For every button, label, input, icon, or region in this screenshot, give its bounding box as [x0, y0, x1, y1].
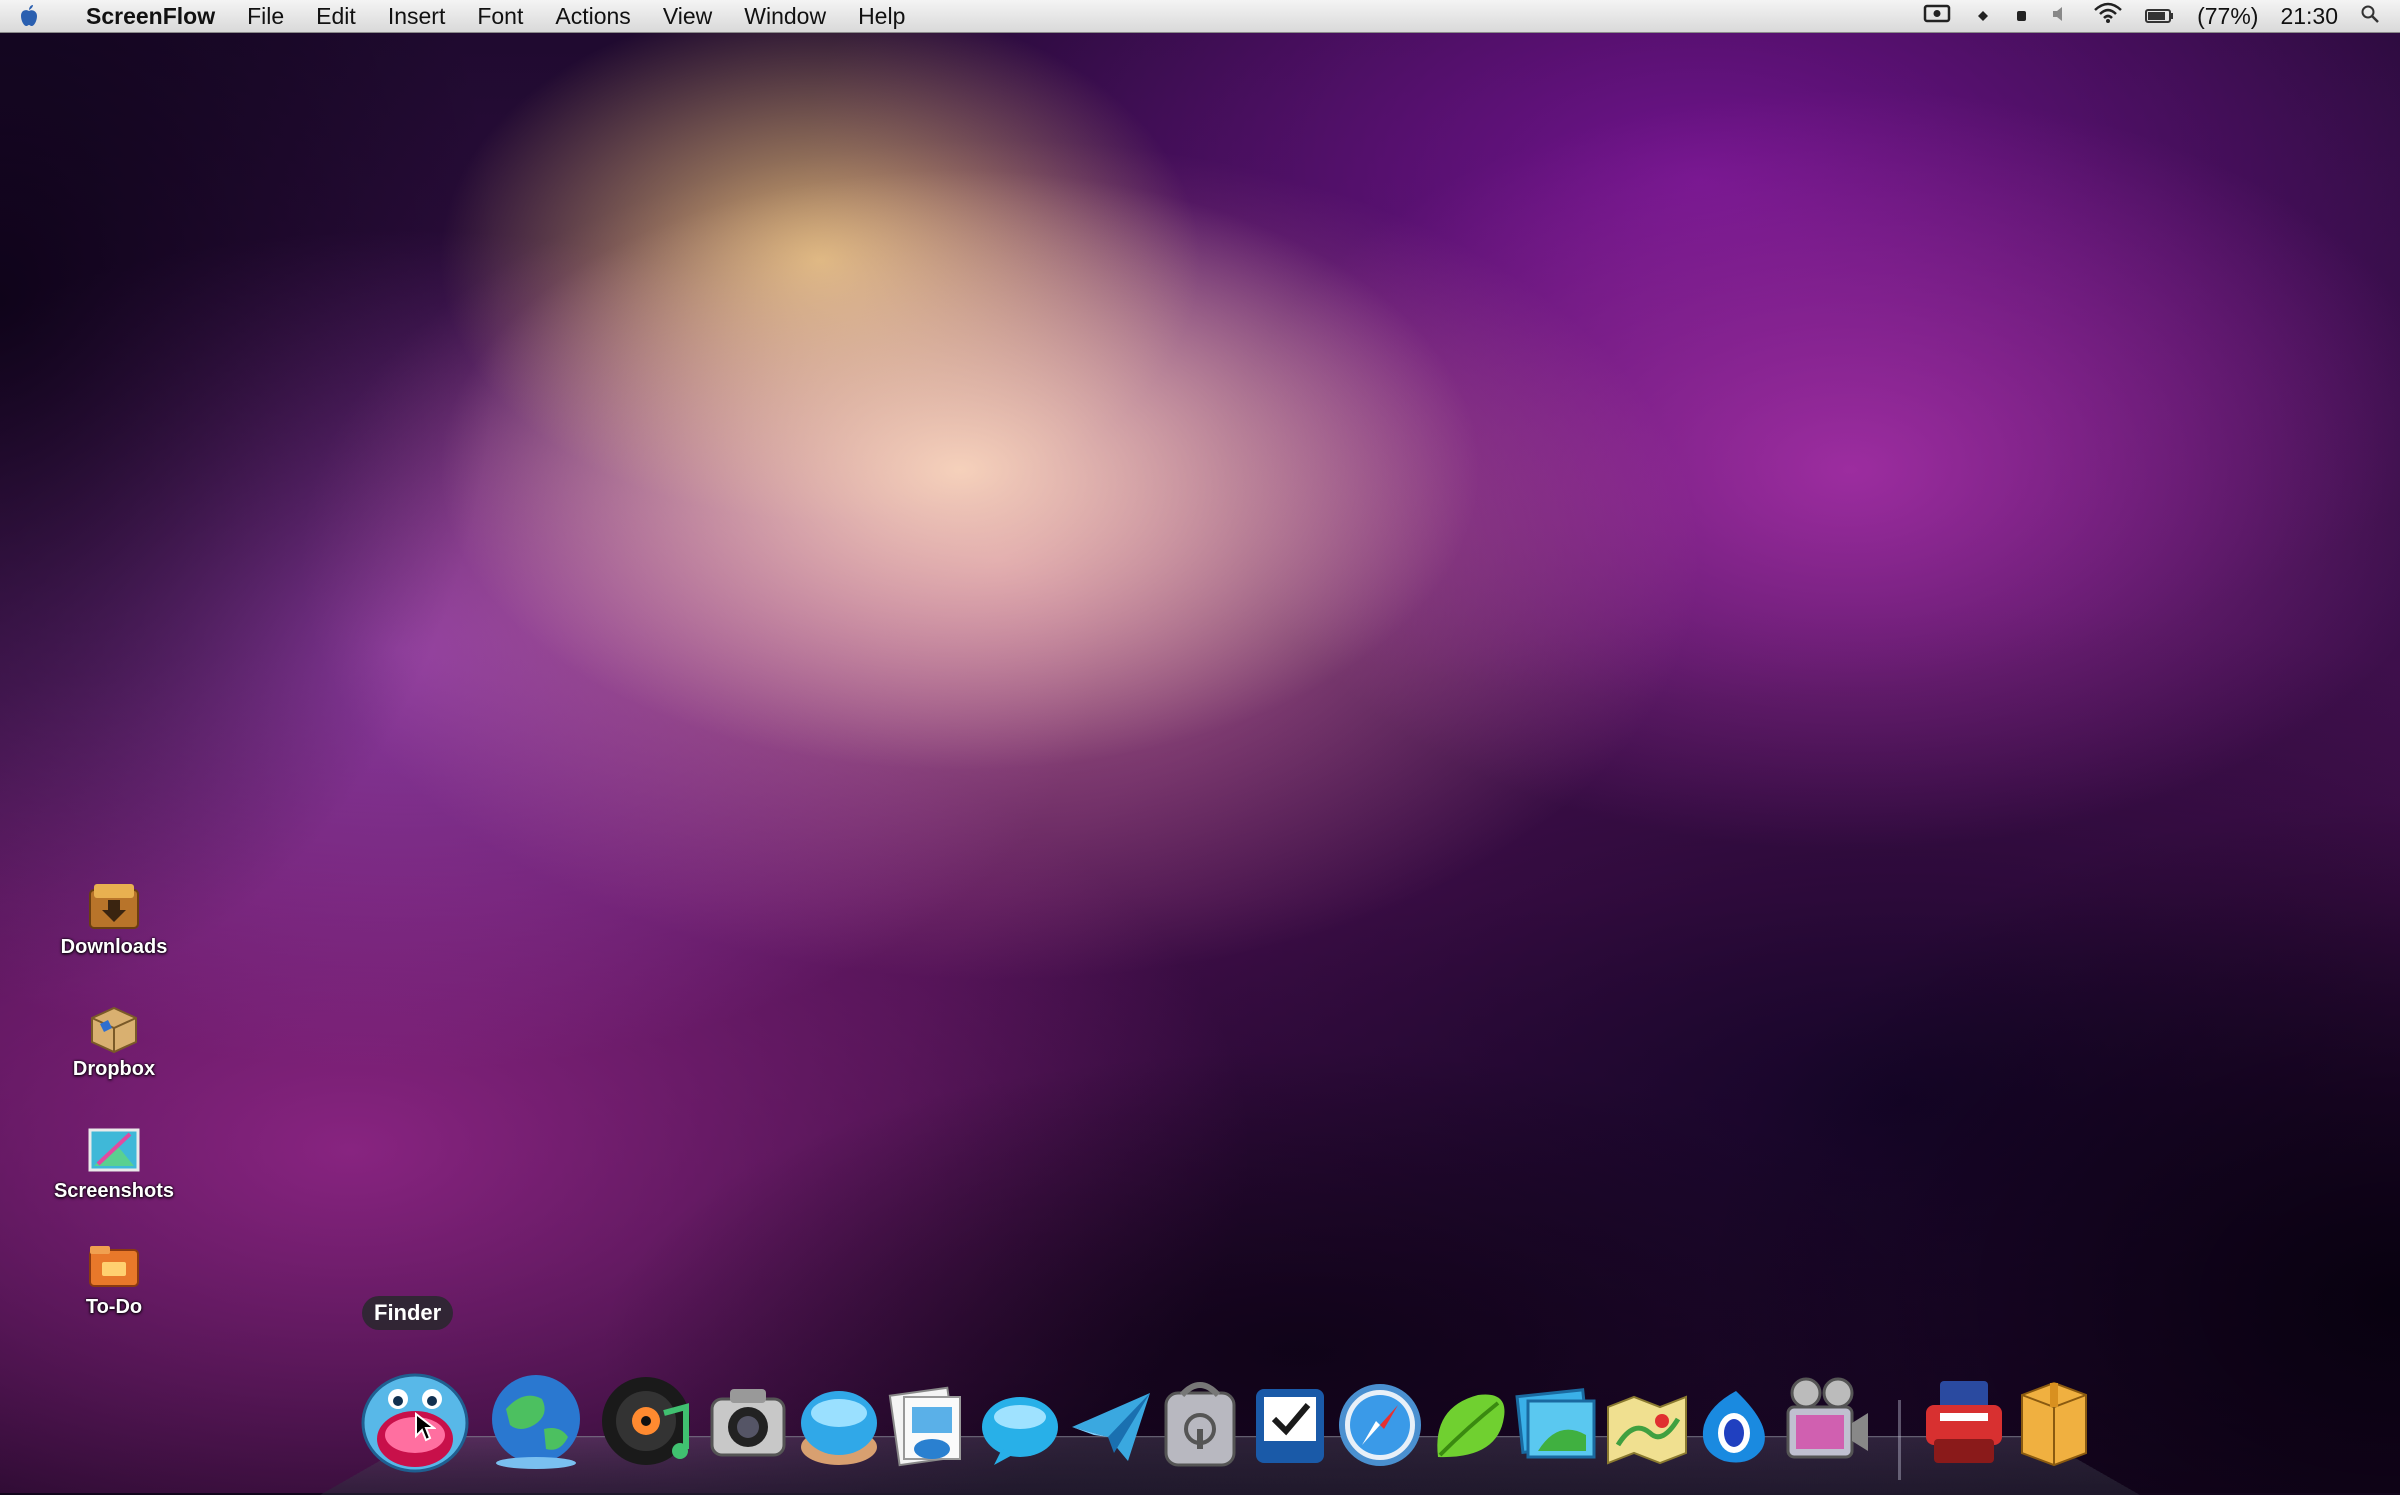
dock-item-security[interactable]	[1160, 1379, 1240, 1469]
safari-icon	[1339, 1384, 1421, 1466]
dock-item-globe[interactable]	[484, 1369, 588, 1473]
volume-icon[interactable]	[2051, 3, 2071, 30]
dock-item-printer[interactable]	[1920, 1377, 2008, 1467]
dropbox-box-icon	[86, 1002, 142, 1054]
maps-icon	[1607, 1395, 1687, 1465]
menu-clock[interactable]: 21:30	[2280, 3, 2338, 30]
apple-logo-icon	[21, 5, 37, 26]
spotlight-search-icon[interactable]	[2360, 3, 2380, 30]
preview-icon	[888, 1386, 961, 1467]
dock-item-photos[interactable]	[1514, 1383, 1602, 1467]
battery-icon[interactable]	[2145, 3, 2175, 30]
globe-icon	[492, 1375, 580, 1469]
printer-icon	[1926, 1381, 2002, 1463]
dock-item-maps[interactable]	[1604, 1389, 1690, 1469]
leaf-icon	[1437, 1394, 1505, 1458]
apple-menu[interactable]	[0, 5, 58, 27]
desktop-icon-label: Dropbox	[72, 1058, 156, 1080]
menu-bar: ScreenFlow File Edit Insert Font Actions…	[0, 0, 2400, 33]
downloads-folder-icon	[86, 880, 142, 932]
water-drop-icon	[1702, 1391, 1765, 1463]
photos-icon	[1515, 1388, 1596, 1459]
dock-item-safari[interactable]	[1338, 1383, 1422, 1467]
camera-icon	[710, 1389, 786, 1457]
desktop-icon-label: To-Do	[85, 1296, 143, 1318]
screenshots-icon	[86, 1124, 142, 1176]
menu-edit[interactable]: Edit	[300, 3, 372, 30]
battery-percentage[interactable]: (77%)	[2197, 3, 2258, 30]
wallpaper-vignette	[0, 0, 2400, 1493]
mouse-cursor	[414, 1411, 437, 1447]
dock-tooltip: Finder	[362, 1296, 454, 1330]
movie-icon	[1786, 1377, 1868, 1459]
dock-item-tasks[interactable]	[1252, 1385, 1328, 1467]
menu-window[interactable]: Window	[728, 3, 842, 30]
messages-icon	[982, 1397, 1058, 1465]
screen-record-icon[interactable]	[1923, 2, 1953, 30]
dock-item-movie[interactable]	[1782, 1375, 1872, 1467]
dock-item-paper-plane[interactable]	[1068, 1387, 1154, 1469]
menu-help[interactable]: Help	[842, 3, 921, 30]
desktop-icon-downloads[interactable]: Downloads	[44, 880, 184, 959]
menu-font[interactable]: Font	[461, 3, 539, 30]
dock-item-preview[interactable]	[886, 1383, 968, 1469]
dock	[0, 1365, 2400, 1475]
menu-insert[interactable]: Insert	[372, 3, 462, 30]
paper-plane-icon	[1072, 1393, 1150, 1461]
status-dot-icon[interactable]	[1975, 3, 1991, 30]
wifi-icon[interactable]	[2093, 2, 2123, 30]
dock-item-itunes[interactable]	[600, 1373, 696, 1469]
status-square-icon[interactable]	[2013, 3, 2029, 30]
box-icon	[2021, 1381, 2087, 1467]
dock-item-blue-button[interactable]	[796, 1385, 882, 1471]
dock-item-messages[interactable]	[978, 1389, 1062, 1469]
menu-actions[interactable]: Actions	[539, 3, 646, 30]
desktop-icon-screenshots[interactable]: Screenshots	[44, 1124, 184, 1203]
menu-file[interactable]: File	[231, 3, 300, 30]
menu-view[interactable]: View	[647, 3, 728, 30]
dock-item-leaf[interactable]	[1428, 1387, 1512, 1467]
desktop-icon-todo[interactable]: To-Do	[44, 1240, 184, 1319]
desktop-icon-dropbox[interactable]: Dropbox	[44, 1002, 184, 1081]
desktop-icon-label: Screenshots	[53, 1180, 175, 1202]
dock-item-water-drop[interactable]	[1694, 1385, 1778, 1469]
itunes-icon	[602, 1377, 690, 1465]
dock-item-box[interactable]	[2014, 1379, 2094, 1467]
security-icon	[1164, 1382, 1236, 1467]
blue-button-icon	[801, 1391, 877, 1465]
todo-folder-icon	[86, 1240, 142, 1292]
dock-item-camera[interactable]	[706, 1383, 790, 1467]
desktop-icon-label: Downloads	[60, 936, 168, 958]
menu-app-screenflow[interactable]: ScreenFlow	[58, 3, 231, 30]
tasks-icon	[1256, 1389, 1324, 1463]
